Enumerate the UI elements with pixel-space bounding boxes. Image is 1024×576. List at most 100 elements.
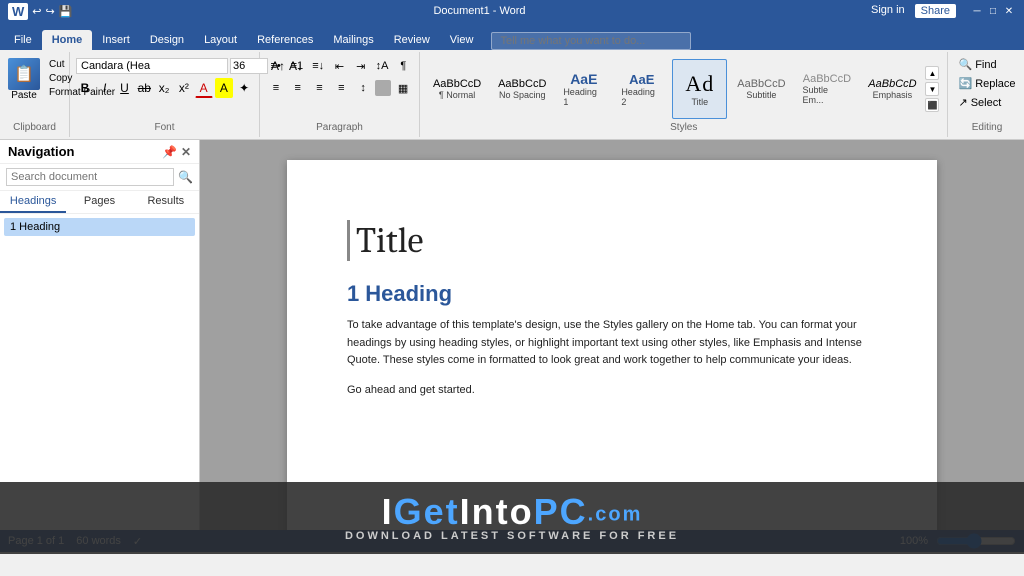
watermark-get: Get (394, 491, 460, 532)
text-color-button[interactable]: A (195, 78, 213, 98)
watermark-i: I (382, 491, 394, 532)
tab-view[interactable]: View (440, 30, 484, 50)
document-body2[interactable]: Go ahead and get started. (347, 382, 877, 400)
style-emphasis-preview: AaBbCcD (868, 78, 916, 90)
find-button[interactable]: 🔍 Find (954, 56, 1019, 73)
clear-format-btn[interactable]: ✦ (235, 78, 253, 98)
italic-button[interactable]: I (96, 78, 114, 98)
style-title[interactable]: Ad Title (672, 59, 727, 119)
style-subtle-preview: AaBbCcD (803, 73, 851, 85)
justify-btn[interactable]: ≡ (331, 78, 351, 98)
sign-in-btn[interactable]: Sign in (871, 4, 905, 18)
show-formatting-btn[interactable]: ¶ (394, 56, 413, 76)
document-title[interactable]: Title (347, 220, 877, 261)
nav-tab-headings[interactable]: Headings (0, 191, 66, 213)
superscript-button[interactable]: x² (175, 78, 193, 98)
align-center-btn[interactable]: ≡ (288, 78, 308, 98)
styles-scroll-down[interactable]: ▼ (925, 82, 939, 96)
find-icon: 🔍 (958, 58, 972, 71)
multilevel-list-btn[interactable]: ≡↓ (309, 56, 328, 76)
style-title-name: Title (691, 97, 708, 107)
tell-me-search[interactable] (491, 32, 691, 50)
bullets-button[interactable]: ≡• (266, 56, 285, 76)
replace-button[interactable]: 🔄 Replace (954, 75, 1019, 92)
watermark-line2: Download Latest Software for Free (345, 530, 679, 542)
underline-button[interactable]: U (116, 78, 134, 98)
style-heading1[interactable]: AaE Heading 1 (556, 59, 611, 119)
watermark-com: .com (588, 503, 643, 525)
shading-btn[interactable] (375, 80, 391, 96)
style-h1-name: Heading 1 (563, 87, 604, 107)
tab-file[interactable]: File (4, 30, 42, 50)
styles-scroll-up[interactable]: ▲ (925, 66, 939, 80)
watermark: IGetIntoPC.com Download Latest Software … (0, 482, 1024, 554)
style-h1-preview: AaE (570, 71, 597, 87)
minimize-btn[interactable]: ─ (970, 4, 984, 18)
clipboard-group: 📋 Paste Cut Copy Format Painter Clipboar… (0, 52, 70, 137)
style-title-preview: Ad (685, 71, 714, 97)
tab-home[interactable]: Home (42, 30, 93, 50)
watermark-into: Into (460, 491, 534, 532)
style-emphasis[interactable]: AaBbCcD Emphasis (861, 59, 923, 119)
style-nospacing[interactable]: AaBbCcD No Spacing (491, 59, 553, 119)
clipboard-group-label: Clipboard (6, 122, 63, 133)
document-body1[interactable]: To take advantage of this template's des… (347, 317, 877, 370)
borders-btn[interactable]: ▦ (393, 78, 413, 98)
style-h2-preview: AaE (629, 72, 654, 87)
undo-btn[interactable]: ↩ (32, 5, 41, 18)
ribbon-tabs: File Home Insert Design Layout Reference… (0, 22, 1024, 50)
align-right-btn[interactable]: ≡ (310, 78, 330, 98)
font-group: A↑ A↓ B I U ab x₂ x² A A ✦ Font (70, 52, 260, 137)
tab-design[interactable]: Design (140, 30, 194, 50)
line-spacing-btn[interactable]: ↕ (353, 78, 373, 98)
redo-btn[interactable]: ↪ (46, 5, 55, 18)
style-emphasis-name: Emphasis (873, 90, 913, 100)
nav-search-icon[interactable]: 🔍 (178, 170, 193, 184)
nav-tab-results[interactable]: Results (133, 191, 199, 213)
nav-search: 🔍 (0, 164, 199, 191)
replace-icon: 🔄 (958, 77, 972, 90)
sort-btn[interactable]: ↕A (372, 56, 391, 76)
increase-indent-btn[interactable]: ⇥ (351, 56, 370, 76)
tab-references[interactable]: References (247, 30, 323, 50)
nav-item[interactable]: 1 Heading (4, 218, 195, 236)
align-left-btn[interactable]: ≡ (266, 78, 286, 98)
share-btn[interactable]: Share (915, 4, 956, 18)
select-icon: ↗ (958, 96, 967, 109)
tab-insert[interactable]: Insert (92, 30, 140, 50)
paste-label: Paste (11, 90, 37, 101)
style-subtle-name: Subtle Em... (802, 85, 851, 105)
style-normal-name: ¶ Normal (439, 90, 475, 100)
style-heading2[interactable]: AaE Heading 2 (614, 59, 669, 119)
decrease-indent-btn[interactable]: ⇤ (330, 56, 349, 76)
nav-search-input[interactable] (6, 168, 174, 186)
heading-text: Heading (365, 281, 452, 306)
nav-close-btn[interactable]: ✕ (181, 145, 191, 159)
highlight-button[interactable]: A (215, 78, 234, 98)
editing-group-label: Editing (954, 122, 1019, 133)
font-name-select[interactable] (76, 58, 228, 74)
bold-button[interactable]: B (76, 78, 94, 98)
subscript-button[interactable]: x₂ (155, 78, 173, 98)
tab-review[interactable]: Review (384, 30, 440, 50)
select-button[interactable]: ↗ Select (954, 94, 1019, 111)
tab-layout[interactable]: Layout (194, 30, 247, 50)
nav-tab-pages[interactable]: Pages (66, 191, 132, 213)
style-normal[interactable]: AaBbCcD ¶ Normal (426, 59, 488, 119)
paragraph-group-label: Paragraph (266, 122, 413, 133)
styles-expand[interactable]: ⬛ (925, 98, 939, 112)
document-page[interactable]: Title 1Heading To take advantage of this… (287, 160, 937, 530)
numbering-button[interactable]: ≡1 (287, 56, 306, 76)
strikethrough-button[interactable]: ab (135, 78, 153, 98)
style-subtitle[interactable]: AaBbCcD Subtitle (730, 59, 792, 119)
watermark-pc: PC (534, 491, 588, 532)
save-btn[interactable]: 💾 (59, 5, 73, 18)
style-subtle-emphasis[interactable]: AaBbCcD Subtle Em... (795, 59, 858, 119)
tab-mailings[interactable]: Mailings (323, 30, 383, 50)
restore-btn[interactable]: □ (986, 4, 1000, 18)
paste-button[interactable]: 📋 Paste (6, 56, 42, 103)
nav-pin-btn[interactable]: 📌 (162, 145, 177, 159)
document-area[interactable]: Title 1Heading To take advantage of this… (200, 140, 1024, 530)
close-btn[interactable]: ✕ (1002, 4, 1016, 18)
style-h2-name: Heading 2 (621, 87, 662, 107)
